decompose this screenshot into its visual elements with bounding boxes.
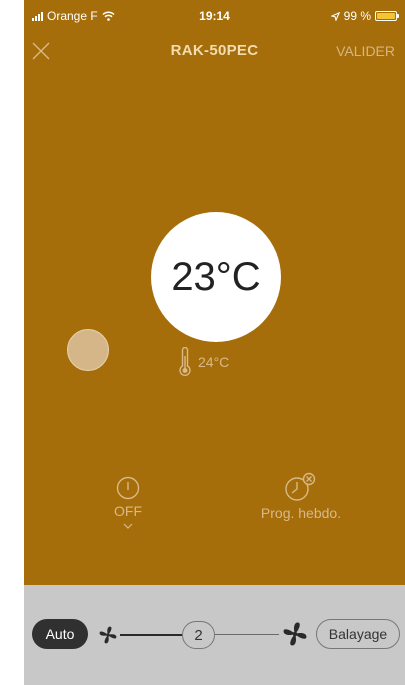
location-arrow-icon bbox=[330, 11, 340, 21]
auto-mode-button[interactable]: Auto bbox=[32, 619, 88, 649]
main-panel: Orange F 19:14 99 % RAK-50PEC VALIDER 23… bbox=[24, 0, 405, 585]
battery-level bbox=[377, 13, 395, 19]
weekly-schedule-button[interactable]: Prog. hebdo. bbox=[246, 472, 356, 521]
setpoint-value: 23°C bbox=[171, 254, 261, 299]
power-toggle[interactable]: OFF bbox=[108, 476, 148, 529]
power-label: OFF bbox=[114, 503, 142, 519]
clock-disabled-icon bbox=[285, 472, 316, 501]
battery-icon bbox=[375, 11, 399, 21]
thermometer-icon bbox=[179, 347, 191, 376]
fan-speed-indicator[interactable]: 2 bbox=[182, 621, 215, 649]
weekly-schedule-label: Prog. hebdo. bbox=[260, 505, 342, 521]
status-bar: Orange F 19:14 99 % bbox=[24, 0, 405, 28]
room-temperature-value: 24°C bbox=[198, 354, 230, 370]
room-temperature: 24°C bbox=[178, 347, 229, 377]
fan-speed-track bbox=[215, 634, 279, 635]
fan-low-icon[interactable] bbox=[97, 624, 119, 646]
app-screen: Orange F 19:14 99 % RAK-50PEC VALIDER 23… bbox=[24, 0, 405, 685]
setpoint-display[interactable]: 23°C bbox=[151, 212, 281, 342]
fan-speed-track-filled bbox=[120, 634, 182, 636]
chevron-down-icon bbox=[123, 523, 133, 529]
fan-high-icon[interactable] bbox=[280, 619, 310, 649]
power-icon bbox=[116, 476, 140, 500]
validate-button[interactable]: VALIDER bbox=[336, 43, 395, 59]
temperature-slider-knob[interactable] bbox=[67, 329, 109, 371]
swing-button[interactable]: Balayage bbox=[316, 619, 400, 649]
battery-percent: 99 % bbox=[343, 9, 371, 23]
bottom-control-bar: Auto 2 Balayage bbox=[24, 585, 405, 685]
